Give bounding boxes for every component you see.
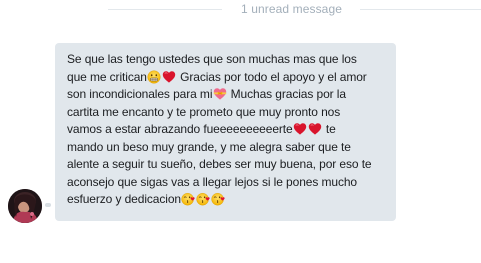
message-text: son incondicionales para mi	[67, 87, 213, 101]
message-text: esfuerzo y dedicacion	[67, 192, 181, 206]
message-text: que me critican	[67, 69, 147, 84]
message-line: mando un beso muy grande, y me alegra sa…	[67, 139, 388, 157]
message-text: aconsejo que sigas vas a llegar lejos si…	[67, 174, 358, 189]
message-line: vamos a estar abrazando fueeeeeeeeeerte …	[67, 121, 388, 139]
message-text: cartita me encanto y te prometo que muy …	[67, 104, 341, 119]
unread-label: 1 unread message	[241, 2, 342, 16]
message-text: alente a seguir tu sueño, debes ser muy …	[67, 157, 372, 171]
message-bubble[interactable]: Se que las tengo ustedes que son muchas …	[55, 43, 396, 221]
red-heart-emoji	[308, 122, 322, 136]
red-heart-emoji	[293, 122, 307, 136]
kissing-face-emoji	[211, 192, 226, 206]
message-line: son incondicionales para mi Muchas graci…	[67, 86, 388, 104]
avatar[interactable]	[8, 189, 42, 223]
message-text: Muchas gracias por la	[227, 87, 346, 101]
message-text: te	[322, 122, 336, 136]
unread-divider: 1 unread message	[0, 0, 481, 18]
divider-line-right	[360, 9, 481, 10]
message-tail	[45, 203, 51, 207]
message-text: Se que las tengo ustedes que son muchas …	[67, 52, 357, 66]
message-line: cartita me encanto y te prometo que muy …	[67, 104, 388, 122]
kissing-face-emoji	[181, 192, 196, 206]
heart-with-ribbon-emoji	[213, 87, 227, 101]
message-line: alente a seguir tu sueño, debes ser muy …	[67, 156, 388, 174]
chat-thread: 1 unread message Se que las tengo ustede…	[0, 0, 481, 263]
message-line: que me critican Gracias por todo el apoy…	[67, 69, 388, 87]
message-text: mando un beso muy grande, y me alegra sa…	[67, 139, 351, 154]
divider-line-left	[108, 9, 222, 10]
red-heart-emoji	[162, 70, 176, 84]
message-text: vamos a estar abrazando fueeeeeeeeeerte	[67, 122, 293, 136]
message-text: Gracias por todo el apoyo y el amor	[176, 69, 367, 84]
message-line: Se que las tengo ustedes que son muchas …	[67, 51, 388, 69]
message-line: esfuerzo y dedicacion	[67, 191, 388, 209]
message-line: aconsejo que sigas vas a llegar lejos si…	[67, 174, 388, 192]
kissing-face-emoji	[196, 192, 211, 206]
grimacing-face-emoji	[147, 69, 161, 84]
